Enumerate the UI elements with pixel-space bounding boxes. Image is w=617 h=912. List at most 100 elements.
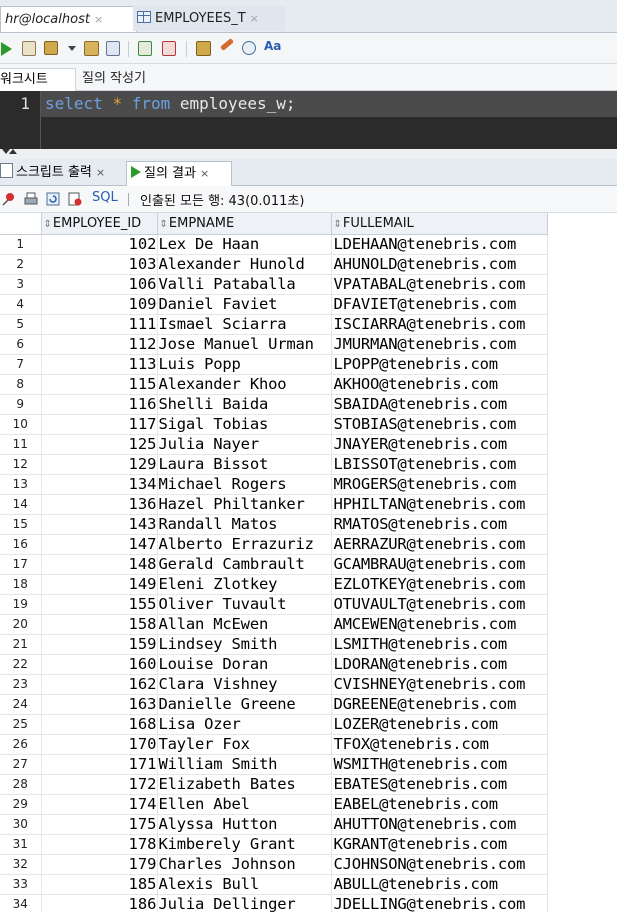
cell-fullemail[interactable]: JMURMAN@tenebris.com <box>331 334 548 355</box>
table-row[interactable]: 21 159 Lindsey Smith LSMITH@tenebris.com <box>0 634 548 655</box>
cell-empname[interactable]: Lex De Haan <box>157 234 332 255</box>
rollback-icon[interactable] <box>162 41 176 56</box>
cell-fullemail[interactable]: AHUTTON@tenebris.com <box>331 814 548 835</box>
cell-fullemail[interactable]: LSMITH@tenebris.com <box>331 634 548 655</box>
cell-empname[interactable]: Eleni Zlotkey <box>157 574 332 595</box>
cell-empname[interactable]: Ellen Abel <box>157 794 332 815</box>
cell-employee-id[interactable]: 162 <box>41 674 158 695</box>
cell-fullemail[interactable]: WSMITH@tenebris.com <box>331 754 548 775</box>
cell-fullemail[interactable]: JDELLING@tenebris.com <box>331 894 548 912</box>
cell-employee-id[interactable]: 185 <box>41 874 158 895</box>
cell-empname[interactable]: Kimberely Grant <box>157 834 332 855</box>
cell-employee-id[interactable]: 148 <box>41 554 158 575</box>
cell-employee-id[interactable]: 113 <box>41 354 158 375</box>
clear-icon[interactable] <box>220 38 234 51</box>
cell-empname[interactable]: Ismael Sciarra <box>157 314 332 335</box>
table-row[interactable]: 9 116 Shelli Baida SBAIDA@tenebris.com <box>0 394 548 415</box>
cell-fullemail[interactable]: VPATABAL@tenebris.com <box>331 274 548 295</box>
pane-splitter[interactable] <box>0 149 617 159</box>
pin-icon[interactable] <box>2 192 16 206</box>
tab-script-output[interactable]: 스크립트 출력 × <box>0 161 120 185</box>
print-icon[interactable] <box>24 192 38 206</box>
table-row[interactable]: 23 162 Clara Vishney CVISHNEY@tenebris.com <box>0 674 548 695</box>
cell-empname[interactable]: Alexander Hunold <box>157 254 332 275</box>
sql-statement[interactable]: select * from employees_w; <box>45 94 295 113</box>
cell-empname[interactable]: Charles Johnson <box>157 854 332 875</box>
table-row[interactable]: 14 136 Hazel Philtanker HPHILTAN@tenebris.c… <box>0 494 548 515</box>
cell-empname[interactable]: Elizabeth Bates <box>157 774 332 795</box>
cell-fullemail[interactable]: AHUNOLD@tenebris.com <box>331 254 548 275</box>
cell-employee-id[interactable]: 147 <box>41 534 158 555</box>
cell-empname[interactable]: Clara Vishney <box>157 674 332 695</box>
table-row[interactable]: 19 155 Oliver Tuvault OTUVAULT@tenebris.com <box>0 594 548 615</box>
cell-empname[interactable]: Julia Nayer <box>157 434 332 455</box>
cell-fullemail[interactable]: CJOHNSON@tenebris.com <box>331 854 548 875</box>
cell-empname[interactable]: Danielle Greene <box>157 694 332 715</box>
cell-employee-id[interactable]: 178 <box>41 834 158 855</box>
table-row[interactable]: 20 158 Allan McEwen AMCEWEN@tenebris.com <box>0 614 548 635</box>
cell-employee-id[interactable]: 149 <box>41 574 158 595</box>
cell-empname[interactable]: Alyssa Hutton <box>157 814 332 835</box>
table-row[interactable]: 11 125 Julia Nayer JNAYER@tenebris.com <box>0 434 548 455</box>
cell-employee-id[interactable]: 179 <box>41 854 158 875</box>
autotrace-icon[interactable] <box>44 41 58 55</box>
sort-icon[interactable]: ⇕ <box>44 219 52 230</box>
sql-format-icon[interactable] <box>196 41 211 56</box>
cell-empname[interactable]: Allan McEwen <box>157 614 332 635</box>
table-row[interactable]: 10 117 Sigal Tobias STOBIAS@tenebris.com <box>0 414 548 435</box>
cell-employee-id[interactable]: 170 <box>41 734 158 755</box>
cell-fullemail[interactable]: RMATOS@tenebris.com <box>331 514 548 535</box>
table-row[interactable]: 26 170 Tayler Fox TFOX@tenebris.com <box>0 734 548 755</box>
commit-icon[interactable] <box>138 41 152 56</box>
cell-employee-id[interactable]: 175 <box>41 814 158 835</box>
collapse-up-icon[interactable] <box>9 149 17 154</box>
cell-fullemail[interactable]: GCAMBRAU@tenebris.com <box>331 554 548 575</box>
cell-employee-id[interactable]: 116 <box>41 394 158 415</box>
table-row[interactable]: 13 134 Michael Rogers MROGERS@tenebris.com <box>0 474 548 495</box>
cell-employee-id[interactable]: 134 <box>41 474 158 495</box>
cell-employee-id[interactable]: 115 <box>41 374 158 395</box>
table-row[interactable]: 31 178 Kimberely Grant KGRANT@tenebris.com <box>0 834 548 855</box>
cell-fullemail[interactable]: LOZER@tenebris.com <box>331 714 548 735</box>
cell-employee-id[interactable]: 172 <box>41 774 158 795</box>
case-toggle-icon[interactable]: Aa <box>264 39 281 55</box>
cell-fullemail[interactable]: ABULL@tenebris.com <box>331 874 548 895</box>
cell-employee-id[interactable]: 136 <box>41 494 158 515</box>
cell-empname[interactable]: Oliver Tuvault <box>157 594 332 615</box>
cell-fullemail[interactable]: STOBIAS@tenebris.com <box>331 414 548 435</box>
cell-empname[interactable]: Alberto Errazuriz <box>157 534 332 555</box>
column-header-empname[interactable]: ⇕EMPNAME <box>157 213 332 235</box>
sql-tuning-icon[interactable] <box>106 41 120 56</box>
cell-empname[interactable]: Lindsey Smith <box>157 634 332 655</box>
cell-empname[interactable]: Randall Matos <box>157 514 332 535</box>
close-icon[interactable]: × <box>96 166 105 179</box>
close-icon[interactable]: × <box>200 167 209 180</box>
table-row[interactable]: 32 179 Charles Johnson CJOHNSON@tenebris.co… <box>0 854 548 875</box>
cell-employee-id[interactable]: 143 <box>41 514 158 535</box>
cell-empname[interactable]: Louise Doran <box>157 654 332 675</box>
doc-tab-table[interactable]: EMPLOYEES_T × <box>133 6 285 31</box>
cell-empname[interactable]: Jose Manuel Urman <box>157 334 332 355</box>
cell-employee-id[interactable]: 103 <box>41 254 158 275</box>
cell-empname[interactable]: William Smith <box>157 754 332 775</box>
cell-empname[interactable]: Julia Dellinger <box>157 894 332 912</box>
cell-fullemail[interactable]: MROGERS@tenebris.com <box>331 474 548 495</box>
sort-icon[interactable]: ⇕ <box>334 219 342 230</box>
cell-fullemail[interactable]: KGRANT@tenebris.com <box>331 834 548 855</box>
result-grid[interactable]: ⇕EMPLOYEE_ID ⇕EMPNAME ⇕FULLEMAIL 1 102 Lex… <box>0 213 617 912</box>
cell-empname[interactable]: Sigal Tobias <box>157 414 332 435</box>
cell-fullemail[interactable]: SBAIDA@tenebris.com <box>331 394 548 415</box>
cell-employee-id[interactable]: 171 <box>41 754 158 775</box>
history-icon[interactable] <box>242 41 256 55</box>
table-row[interactable]: 16 147 Alberto Errazuriz AERRAZUR@tenebris.… <box>0 534 548 555</box>
cell-empname[interactable]: Michael Rogers <box>157 474 332 495</box>
cell-empname[interactable]: Shelli Baida <box>157 394 332 415</box>
table-row[interactable]: 12 129 Laura Bissot LBISSOT@tenebris.com <box>0 454 548 475</box>
table-row[interactable]: 25 168 Lisa Ozer LOZER@tenebris.com <box>0 714 548 735</box>
refresh-icon[interactable] <box>46 192 60 206</box>
table-row[interactable]: 2 103 Alexander Hunold AHUNOLD@tenebris.com <box>0 254 548 275</box>
tab-worksheet[interactable]: 워크시트 <box>0 68 76 91</box>
table-row[interactable]: 5 111 Ismael Sciarra ISCIARRA@tenebris.com <box>0 314 548 335</box>
cell-fullemail[interactable]: LBISSOT@tenebris.com <box>331 454 548 475</box>
cell-fullemail[interactable]: ISCIARRA@tenebris.com <box>331 314 548 335</box>
